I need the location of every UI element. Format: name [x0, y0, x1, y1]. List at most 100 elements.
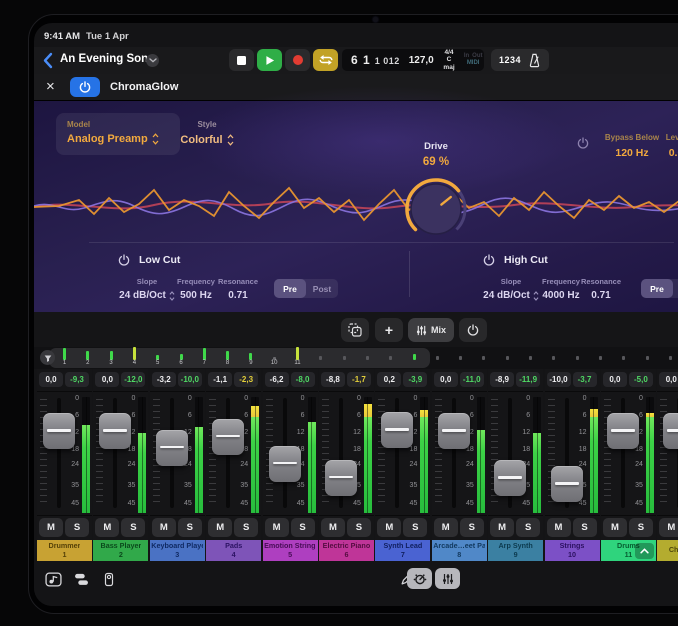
- solo-button[interactable]: S: [121, 518, 145, 537]
- low-cut-resonance[interactable]: Resonance 0.71: [208, 277, 268, 301]
- duplicate-button[interactable]: [341, 318, 369, 342]
- solo-button[interactable]: S: [403, 518, 427, 537]
- solo-button[interactable]: S: [178, 518, 202, 537]
- fader-handle[interactable]: [494, 460, 526, 496]
- volume-readout[interactable]: -3,2: [152, 372, 176, 387]
- volume-readout[interactable]: 0,2: [377, 372, 401, 387]
- track-name-tab[interactable]: Drums11: [601, 540, 656, 561]
- add-track-button[interactable]: +: [375, 318, 403, 342]
- high-cut-power-icon[interactable]: [483, 254, 495, 266]
- song-menu-button[interactable]: [146, 54, 159, 67]
- volume-readout[interactable]: -10,0: [547, 372, 571, 387]
- fader-handle[interactable]: [438, 413, 470, 449]
- volume-readout[interactable]: -8,9: [490, 372, 514, 387]
- volume-readout[interactable]: -6,2: [265, 372, 289, 387]
- fader-handle[interactable]: [43, 413, 75, 449]
- mixer-view-button[interactable]: [435, 568, 460, 589]
- low-cut-power-icon[interactable]: [118, 254, 130, 266]
- track-name-tab[interactable]: Bass Player2: [93, 540, 148, 561]
- solo-button[interactable]: S: [291, 518, 315, 537]
- mute-button[interactable]: M: [39, 518, 63, 537]
- fader-handle[interactable]: [325, 460, 357, 496]
- count-in-button[interactable]: 1234: [499, 55, 521, 65]
- track-name-tab[interactable]: Strings10: [545, 540, 600, 561]
- track-name-tab[interactable]: Drummer1: [37, 540, 92, 561]
- count-in-metronome-group[interactable]: 1234: [491, 49, 549, 71]
- mute-button[interactable]: M: [659, 518, 678, 537]
- mute-button[interactable]: M: [265, 518, 289, 537]
- filter-button[interactable]: [40, 350, 55, 365]
- level-meter: [364, 397, 372, 513]
- track-name-tab[interactable]: Arcade…eet Pad8: [432, 540, 487, 561]
- loop-browser-button[interactable]: [42, 568, 64, 590]
- solo-button[interactable]: S: [234, 518, 258, 537]
- updown-chevrons-icon: [227, 134, 234, 146]
- track-name-tab[interactable]: Emotion Strings5: [263, 540, 318, 561]
- pre-button[interactable]: Pre: [274, 279, 306, 298]
- track-name-tab[interactable]: Electric Piano6: [319, 540, 374, 561]
- mute-button[interactable]: M: [434, 518, 458, 537]
- fader-handle[interactable]: [212, 419, 244, 455]
- post-button[interactable]: Post: [306, 279, 338, 298]
- mix-view-button[interactable]: Mix: [408, 318, 454, 342]
- track-name-tab[interactable]: Arp Synth9: [488, 540, 543, 561]
- solo-button[interactable]: S: [347, 518, 371, 537]
- post-button[interactable]: Post: [673, 279, 678, 298]
- mute-button[interactable]: M: [321, 518, 345, 537]
- mute-button[interactable]: M: [95, 518, 119, 537]
- mute-button[interactable]: M: [377, 518, 401, 537]
- plugins-button[interactable]: [70, 568, 92, 590]
- fader-handle[interactable]: [156, 430, 188, 466]
- bypass-power-icon[interactable]: [577, 137, 589, 149]
- controls-view-button[interactable]: [407, 568, 432, 589]
- track-name-tab[interactable]: Chorus V: [657, 540, 678, 561]
- mixer-overview-strip[interactable]: 1234567891011: [34, 347, 678, 369]
- play-button[interactable]: [257, 49, 282, 71]
- track-name-tab[interactable]: Synth Lead7: [375, 540, 430, 561]
- fader-handle[interactable]: [269, 446, 301, 482]
- volume-readout[interactable]: 0,0: [603, 372, 627, 387]
- fader-handle[interactable]: [99, 413, 131, 449]
- fader-handle[interactable]: [607, 413, 639, 449]
- volume-readout[interactable]: -1,1: [208, 372, 232, 387]
- track-name-tab[interactable]: Keyboard Player3: [150, 540, 205, 561]
- level-control[interactable]: Level 0.0: [646, 133, 678, 159]
- volume-readout[interactable]: 0,0: [659, 372, 678, 387]
- plugin-power-toggle[interactable]: [70, 77, 100, 97]
- high-cut-resonance[interactable]: Resonance 0.71: [571, 277, 631, 301]
- back-button[interactable]: [42, 52, 54, 69]
- style-selector[interactable]: Style Colorful: [172, 113, 242, 146]
- plugin-name: ChromaGlow: [110, 81, 178, 93]
- collapse-mixer-button[interactable]: [635, 543, 654, 559]
- drive-knob[interactable]: [404, 177, 468, 241]
- metronome-icon[interactable]: [528, 53, 541, 68]
- mute-button[interactable]: M: [490, 518, 514, 537]
- solo-button[interactable]: S: [573, 518, 597, 537]
- solo-button[interactable]: S: [516, 518, 540, 537]
- fader-handle[interactable]: [551, 466, 583, 502]
- track-name-tab[interactable]: Pads4: [206, 540, 261, 561]
- lcd-display[interactable]: 6 11 012 127,0 4/4C maj InOut MIDI: [342, 49, 484, 71]
- solo-button[interactable]: S: [629, 518, 653, 537]
- fader-handle[interactable]: [663, 413, 678, 449]
- close-plugin-button[interactable]: ×: [46, 77, 55, 96]
- volume-readout[interactable]: 0,0: [95, 372, 119, 387]
- solo-button[interactable]: S: [460, 518, 484, 537]
- mute-button[interactable]: M: [152, 518, 176, 537]
- volume-readout[interactable]: -8,8: [321, 372, 345, 387]
- pre-button[interactable]: Pre: [641, 279, 673, 298]
- pedalboard-button[interactable]: [98, 568, 120, 590]
- fader-handle[interactable]: [381, 412, 413, 448]
- mute-button[interactable]: M: [547, 518, 571, 537]
- record-button[interactable]: [285, 49, 310, 71]
- mute-button[interactable]: M: [208, 518, 232, 537]
- mute-button[interactable]: M: [603, 518, 627, 537]
- stop-button[interactable]: [229, 49, 254, 71]
- volume-readout[interactable]: 0,0: [434, 372, 458, 387]
- song-title[interactable]: An Evening Song: [60, 53, 155, 65]
- volume-readout[interactable]: 0,0: [39, 372, 63, 387]
- model-selector[interactable]: Model Analog Preamp: [56, 113, 180, 155]
- cycle-button[interactable]: [313, 49, 338, 71]
- solo-button[interactable]: S: [65, 518, 89, 537]
- mixer-power-button[interactable]: [459, 318, 487, 342]
